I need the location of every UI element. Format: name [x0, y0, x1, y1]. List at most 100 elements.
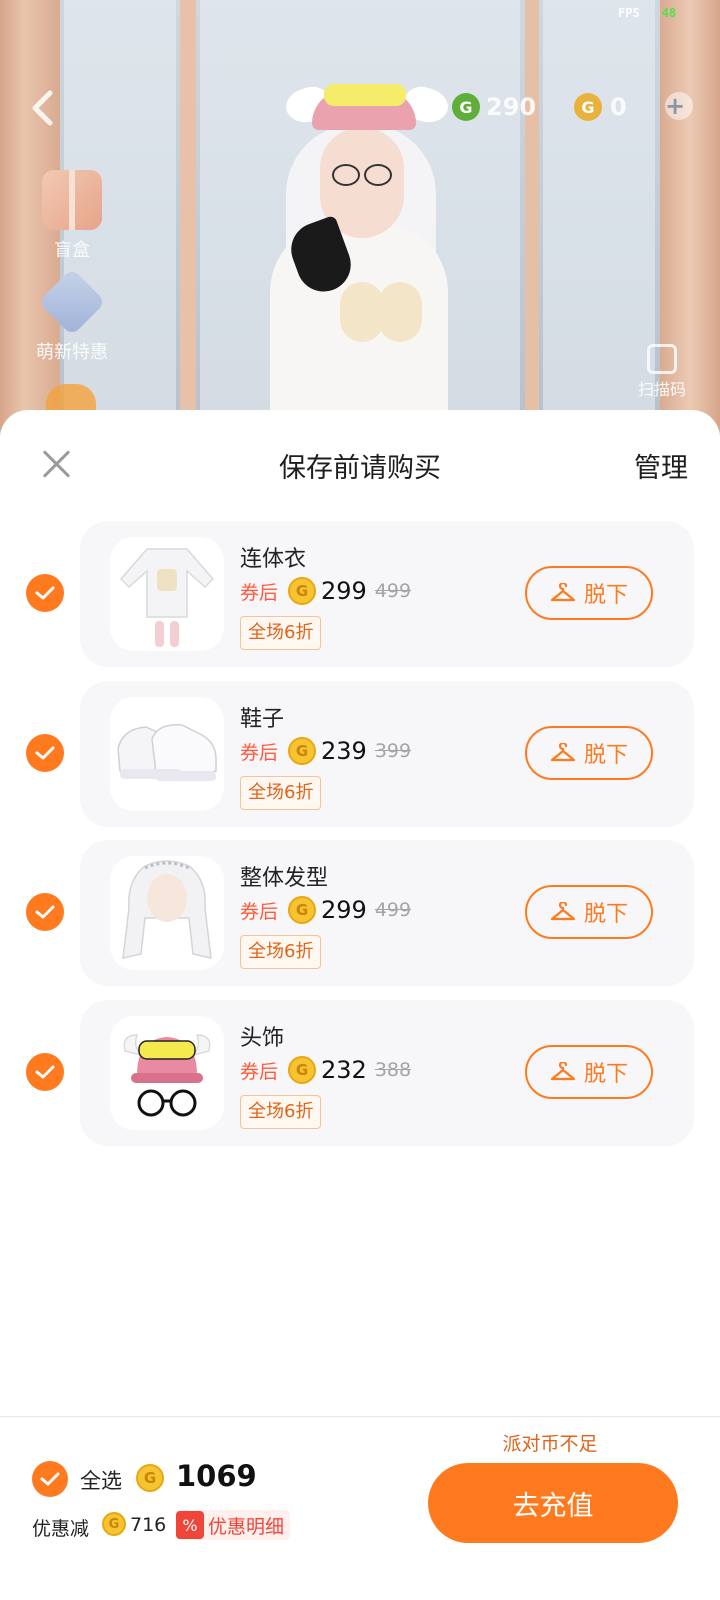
coupon-label: 券后 — [240, 581, 279, 604]
insufficient-balance-text: 派对币不足 — [502, 1433, 598, 1455]
curtain — [180, 0, 196, 430]
total-amount: 1069 — [176, 1459, 257, 1493]
onesie-thumbnail — [119, 548, 215, 647]
take-off-button[interactable]: 脱下 — [525, 1045, 653, 1099]
hair-icon — [110, 856, 224, 970]
fps-value: 48 — [661, 6, 677, 20]
take-off-button[interactable]: 脱下 — [525, 566, 653, 620]
discount-tag: 全场6折 — [240, 935, 322, 969]
checkout-footer: 派对币不足 全选 G 1069 优惠减 G 716 % 优惠明细 去充值 — [0, 1416, 720, 1600]
onesie-icon — [110, 537, 224, 651]
select-all-checkbox[interactable] — [32, 1461, 68, 1497]
percent-icon: % — [176, 1511, 204, 1539]
discount-label: 优惠减 — [32, 1518, 90, 1540]
cart-item: 整体发型 券后 G 299 499 全场6折 脱下 — [0, 840, 720, 986]
fps-label: FPS — [618, 6, 640, 20]
check-icon — [35, 1065, 55, 1079]
gold-currency-value: 0 — [610, 93, 627, 121]
sheet-header: 保存前请购买 管理 — [0, 410, 720, 518]
discount-tag: 全场6折 — [240, 1095, 322, 1129]
item-checkbox[interactable] — [26, 574, 64, 612]
check-icon — [35, 746, 55, 760]
discount-tag: 全场6折 — [240, 776, 322, 810]
hanger-icon — [550, 583, 576, 603]
item-price-line: 券后 G 299 499 — [240, 896, 411, 924]
recharge-button[interactable]: 去充值 — [428, 1463, 678, 1543]
item-card: 头饰 券后 G 232 388 全场6折 脱下 — [80, 1000, 694, 1146]
scan-code-icon — [647, 344, 677, 374]
item-name: 连体衣 — [240, 547, 307, 572]
gold-currency: G 0 — [574, 90, 627, 124]
newbie-deal-label: 萌新特惠 — [36, 342, 108, 363]
avatar-character — [228, 72, 488, 430]
gift-box-icon — [42, 170, 102, 230]
item-original-price: 388 — [374, 1059, 412, 1081]
item-name: 鞋子 — [240, 707, 285, 732]
item-price: 299 — [321, 896, 367, 924]
cart-item: 连体衣 券后 G 299 499 全场6折 脱下 — [0, 521, 720, 667]
blind-box-label: 盲盒 — [54, 240, 90, 261]
item-card: 鞋子 券后 G 239 399 全场6折 脱下 — [80, 681, 694, 827]
scan-code-label: 扫描码 — [637, 380, 686, 399]
glasses-icon — [328, 164, 396, 186]
coupon-label: 券后 — [240, 741, 279, 764]
hanger-icon — [550, 902, 576, 922]
sheet-title: 保存前请购买 — [279, 453, 441, 484]
coupon-label: 券后 — [240, 1060, 279, 1083]
item-price: 239 — [321, 737, 367, 765]
item-checkbox[interactable] — [26, 734, 64, 772]
take-off-label: 脱下 — [583, 902, 628, 927]
check-icon — [35, 586, 55, 600]
newbie-deal-entry[interactable]: 萌新特惠 — [30, 268, 114, 364]
hanger-icon — [550, 743, 576, 763]
take-off-label: 脱下 — [583, 1062, 628, 1087]
party-coin-icon: G — [288, 737, 317, 765]
item-name: 头饰 — [240, 1026, 285, 1051]
back-button[interactable] — [22, 88, 62, 128]
item-price-line: 券后 G 239 399 — [240, 737, 411, 765]
cart-item: 鞋子 券后 G 239 399 全场6折 脱下 — [0, 681, 720, 827]
check-icon — [35, 905, 55, 919]
chevron-left-icon — [32, 90, 53, 126]
party-coin-icon: G — [288, 896, 317, 924]
item-price-line: 券后 G 232 388 — [240, 1056, 411, 1084]
headwear-thumbnail — [123, 1034, 211, 1117]
cap-band — [324, 84, 406, 106]
game-scene: FPS 48 G 290 G 0 + 盲盒 萌新特惠 扫描码 — [0, 0, 720, 430]
discount-detail-label: 优惠明细 — [208, 1515, 285, 1538]
party-coin-icon: G — [288, 1056, 317, 1084]
item-checkbox[interactable] — [26, 1053, 64, 1091]
add-currency-button[interactable]: + — [665, 92, 693, 120]
cart-item: 头饰 券后 G 232 388 全场6折 脱下 — [0, 1000, 720, 1146]
hanger-icon — [550, 1062, 576, 1082]
take-off-label: 脱下 — [583, 743, 628, 768]
party-coin-icon: G — [102, 1512, 126, 1536]
item-card: 连体衣 券后 G 299 499 全场6折 脱下 — [80, 521, 694, 667]
blind-box-entry[interactable]: 盲盒 — [30, 170, 114, 262]
green-currency-value: 290 — [486, 93, 537, 121]
item-original-price: 499 — [374, 580, 412, 602]
item-original-price: 399 — [374, 740, 412, 762]
discount-detail-link[interactable]: % 优惠明细 — [176, 1510, 291, 1540]
item-checkbox[interactable] — [26, 893, 64, 931]
check-icon — [40, 1472, 60, 1486]
hair-thumbnail — [122, 860, 212, 959]
item-price: 299 — [321, 577, 367, 605]
item-card: 整体发型 券后 G 299 499 全场6折 脱下 — [80, 840, 694, 986]
manage-button[interactable]: 管理 — [634, 446, 688, 485]
newbie-deal-icon — [38, 268, 106, 336]
item-original-price: 499 — [374, 899, 412, 921]
coupon-label: 券后 — [240, 900, 279, 923]
select-all-label[interactable]: 全选 — [80, 1465, 122, 1495]
take-off-label: 脱下 — [583, 583, 628, 608]
gold-coin-icon: G — [574, 93, 602, 121]
curtain — [525, 0, 539, 430]
shoes-icon — [110, 697, 224, 811]
take-off-button[interactable]: 脱下 — [525, 726, 653, 780]
discount-tag: 全场6折 — [240, 616, 322, 650]
scan-code-button[interactable]: 扫描码 — [628, 344, 696, 400]
party-coin-icon: G — [136, 1464, 164, 1492]
bunny-print — [378, 282, 422, 342]
fps-counter: FPS 48 — [618, 6, 676, 20]
take-off-button[interactable]: 脱下 — [525, 885, 653, 939]
